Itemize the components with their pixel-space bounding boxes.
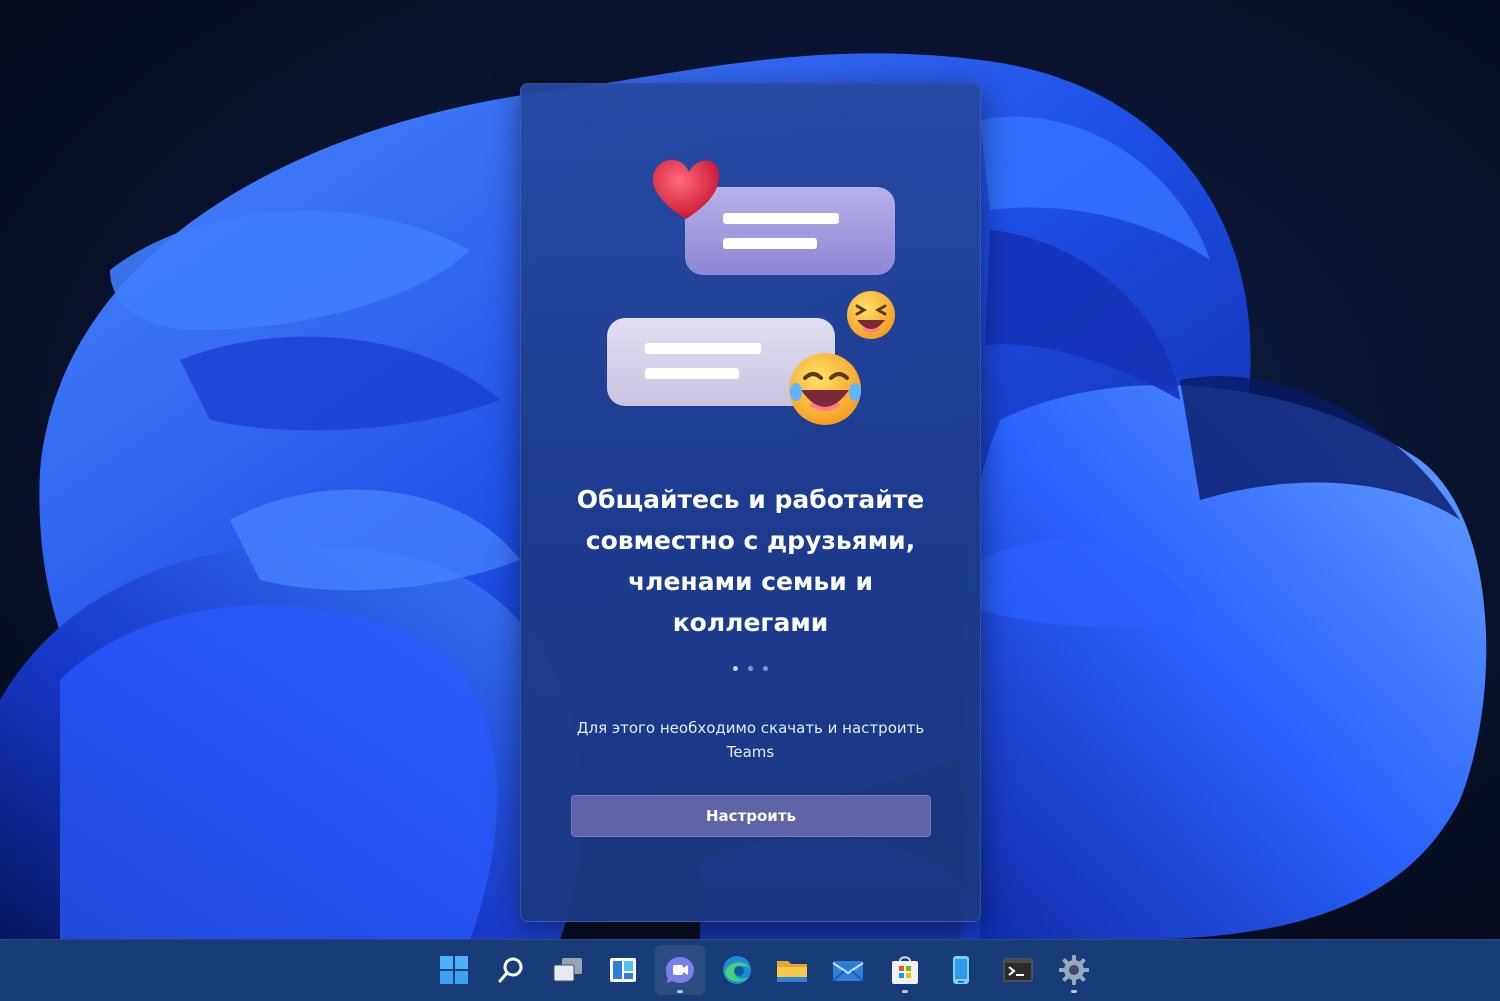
file-explorer-icon: [777, 961, 807, 982]
headline-line: коллегами: [672, 608, 829, 637]
store-button[interactable]: [880, 945, 930, 995]
widgets-icon: [610, 958, 636, 982]
terminal-button[interactable]: [993, 945, 1043, 995]
terminal-icon: [1003, 958, 1033, 982]
store-icon: [892, 956, 918, 984]
search-button[interactable]: [486, 945, 536, 995]
start-button[interactable]: [429, 945, 479, 995]
pager-dot-2[interactable]: [748, 666, 753, 671]
settings-button[interactable]: [1049, 945, 1099, 995]
search-icon: [498, 957, 523, 983]
chat-bubble-upper: [685, 187, 895, 275]
store-running-indicator: [902, 990, 908, 993]
settings-running-indicator: [1071, 990, 1077, 993]
mail-icon: [832, 961, 864, 982]
chat-illustration: [607, 159, 895, 425]
pager-dot-3[interactable]: [763, 666, 768, 671]
laughing-tears-emoji-icon: [789, 353, 861, 425]
setup-description: Для этого необходимо скачать и настроить…: [561, 716, 940, 764]
teams-chat-flyout: Общайтесь и работайте совместно с друзья…: [520, 83, 981, 922]
setup-description-line: Для этого необходимо скачать и настроить: [576, 719, 925, 737]
chat-active-indicator: [677, 990, 683, 993]
edge-button[interactable]: [712, 945, 762, 995]
headline-line: совместно с друзьями,: [585, 526, 916, 555]
headline: Общайтесь и работайте совместно с друзья…: [551, 479, 950, 643]
headline-line: членами семьи и: [628, 567, 873, 596]
file-explorer-button[interactable]: [767, 945, 817, 995]
widgets-button[interactable]: [598, 945, 648, 995]
chat-icon: [666, 957, 694, 983]
task-view-button[interactable]: [543, 945, 593, 995]
settings-icon: [1059, 955, 1089, 985]
pager-dot-1[interactable]: [733, 666, 738, 671]
task-view-icon: [553, 958, 582, 982]
laughing-emoji-small-icon: [847, 291, 895, 339]
edge-icon: [723, 956, 751, 984]
setup-button[interactable]: Настроить: [571, 795, 931, 837]
setup-description-line: Teams: [726, 743, 775, 761]
mail-button[interactable]: [823, 945, 873, 995]
pager-dots: [521, 666, 980, 676]
phone-link-button[interactable]: [936, 945, 986, 995]
chat-button[interactable]: [655, 945, 705, 995]
headline-line: Общайтесь и работайте: [576, 485, 925, 514]
start-icon: [440, 956, 468, 984]
taskbar: [0, 939, 1500, 1001]
phone-icon: [953, 956, 969, 984]
